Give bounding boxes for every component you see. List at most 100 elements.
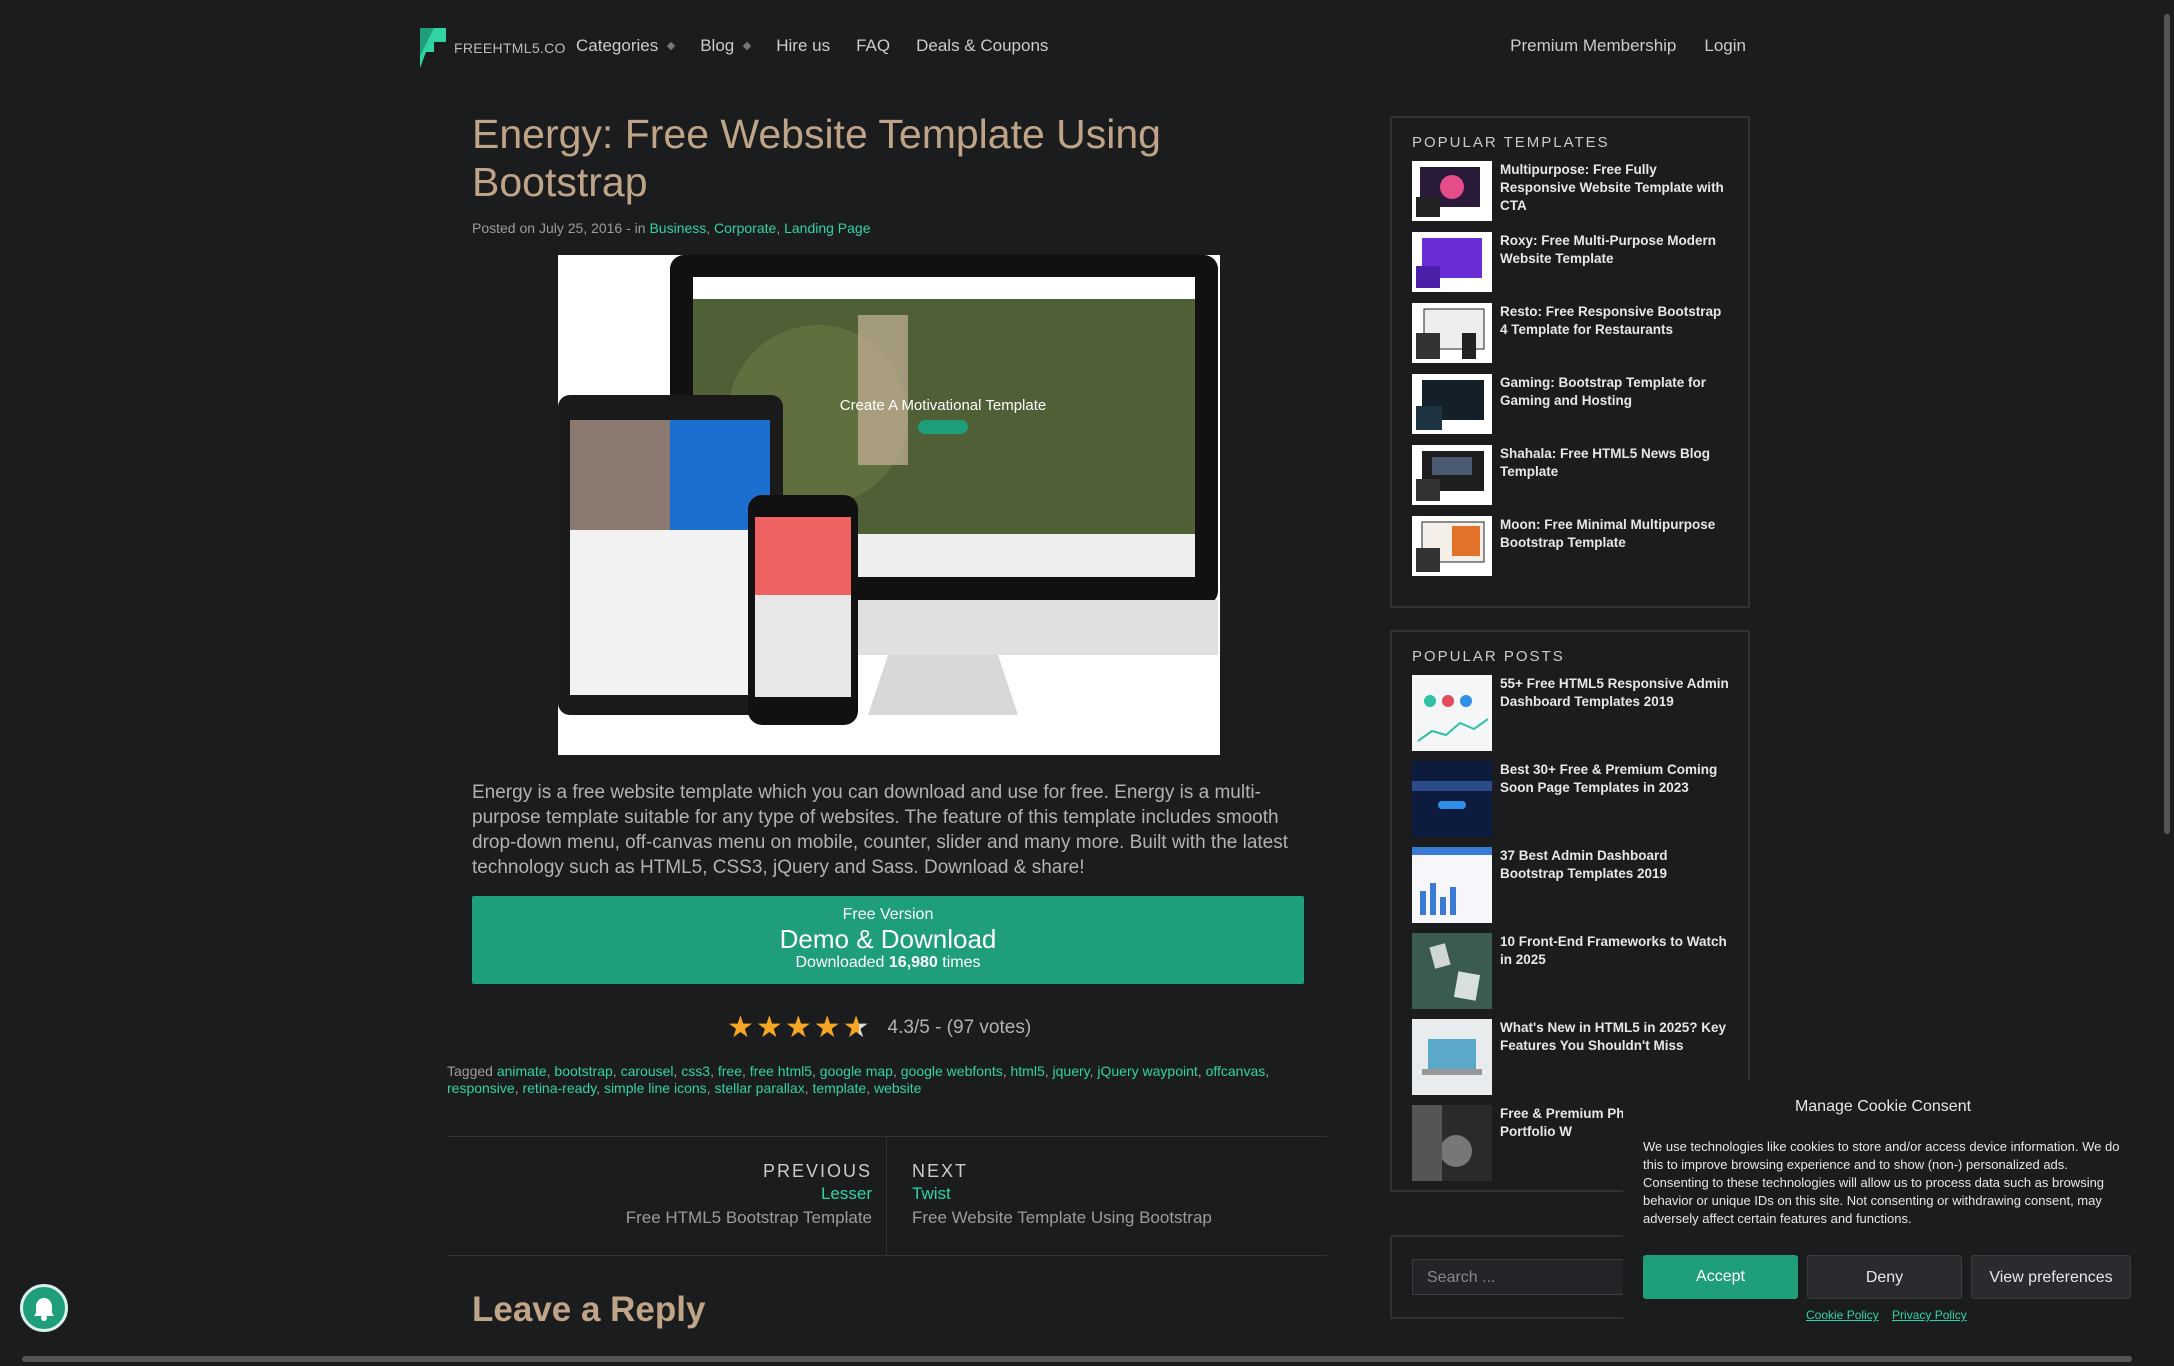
logo-icon bbox=[416, 26, 448, 70]
post-thumbnail[interactable] bbox=[1412, 933, 1492, 1009]
template-title[interactable]: Roxy: Free Multi-Purpose Modern Website … bbox=[1500, 232, 1730, 303]
list-item[interactable]: 55+ Free HTML5 Responsive Admin Dashboar… bbox=[1412, 675, 1748, 761]
cookie-links: Cookie Policy Privacy Policy bbox=[1806, 1308, 1977, 1322]
hero-caption: Create A Motivational Template bbox=[840, 397, 1047, 414]
demo-download-button[interactable]: Free Version Demo & Download Downloaded … bbox=[472, 896, 1304, 984]
star-rating[interactable]: ★ ★ ★ ★ ★ bbox=[727, 1013, 870, 1043]
tag-link[interactable]: free bbox=[718, 1063, 742, 1079]
scrollbar-thumb[interactable] bbox=[2164, 14, 2170, 834]
nav-label: Deals & Coupons bbox=[916, 36, 1049, 55]
nav-faq[interactable]: FAQ bbox=[856, 36, 890, 56]
post-title[interactable]: 10 Front-End Frameworks to Watch in 2025 bbox=[1500, 933, 1730, 1019]
next-subtitle: Free Website Template Using Bootstrap bbox=[912, 1208, 1212, 1227]
template-thumbnail[interactable] bbox=[1412, 161, 1492, 221]
tag-link[interactable]: jquery bbox=[1053, 1063, 1090, 1079]
category-link[interactable]: Business bbox=[649, 220, 706, 236]
tag-link[interactable]: retina-ready bbox=[522, 1080, 596, 1096]
tag-link[interactable]: jQuery waypoint bbox=[1097, 1063, 1197, 1079]
template-thumbnail[interactable] bbox=[1412, 374, 1492, 434]
download-label: Demo & Download bbox=[779, 924, 997, 954]
post-title[interactable]: 55+ Free HTML5 Responsive Admin Dashboar… bbox=[1500, 675, 1730, 761]
site-header: FREEHTML5.CO Categories Blog Hire us FAQ… bbox=[416, 22, 1746, 72]
post-thumbnail[interactable] bbox=[1412, 1019, 1492, 1095]
post-title[interactable]: 37 Best Admin Dashboard Bootstrap Templa… bbox=[1500, 847, 1730, 933]
post-thumbnail[interactable] bbox=[1412, 675, 1492, 751]
cookie-policy-link[interactable]: Cookie Policy bbox=[1806, 1308, 1879, 1322]
star-icon[interactable]: ★ bbox=[785, 1013, 812, 1043]
list-item[interactable]: Roxy: Free Multi-Purpose Modern Website … bbox=[1412, 232, 1748, 303]
post-title[interactable]: Best 30+ Free & Premium Coming Soon Page… bbox=[1500, 761, 1730, 847]
list-item[interactable]: Best 30+ Free & Premium Coming Soon Page… bbox=[1412, 761, 1748, 847]
list-item[interactable]: Resto: Free Responsive Bootstrap 4 Templ… bbox=[1412, 303, 1748, 374]
list-item[interactable]: Gaming: Bootstrap Template for Gaming an… bbox=[1412, 374, 1748, 445]
template-title[interactable]: Multipurpose: Free Fully Responsive Webs… bbox=[1500, 161, 1730, 232]
tag-link[interactable]: html5 bbox=[1011, 1063, 1045, 1079]
post-thumbnail[interactable] bbox=[1412, 761, 1492, 837]
vertical-scrollbar[interactable] bbox=[2160, 0, 2174, 1366]
list-item[interactable]: 10 Front-End Frameworks to Watch in 2025 bbox=[1412, 933, 1748, 1019]
tag-link[interactable]: google webfonts bbox=[901, 1063, 1003, 1079]
privacy-policy-link[interactable]: Privacy Policy bbox=[1892, 1308, 1967, 1322]
site-logo[interactable]: FREEHTML5.CO bbox=[416, 26, 566, 70]
post-navigation: PREVIOUS Lesser Free HTML5 Bootstrap Tem… bbox=[447, 1136, 1327, 1256]
notification-bell-button[interactable] bbox=[20, 1284, 68, 1332]
tag-link[interactable]: css3 bbox=[681, 1063, 710, 1079]
premium-membership-link[interactable]: Premium Membership bbox=[1510, 36, 1676, 56]
deny-button[interactable]: Deny bbox=[1807, 1255, 1962, 1299]
template-thumbnail[interactable] bbox=[1412, 303, 1492, 363]
tag-link[interactable]: website bbox=[874, 1080, 921, 1096]
widget-title: POPULAR POSTS bbox=[1412, 648, 1565, 665]
tag-link[interactable]: animate bbox=[497, 1063, 547, 1079]
tags-label: Tagged bbox=[447, 1063, 493, 1079]
tag-link[interactable]: offcanvas bbox=[1206, 1063, 1266, 1079]
post-title: Energy: Free Website Template Using Boot… bbox=[472, 111, 1161, 205]
previous-label: PREVIOUS bbox=[762, 1161, 872, 1181]
accept-button[interactable]: Accept bbox=[1643, 1255, 1798, 1299]
template-title[interactable]: Moon: Free Minimal Multipurpose Bootstra… bbox=[1500, 516, 1730, 587]
tag-link[interactable]: google map bbox=[820, 1063, 893, 1079]
next-title[interactable]: Twist bbox=[912, 1184, 1212, 1204]
category-link[interactable]: Landing Page bbox=[784, 220, 870, 236]
tag-link[interactable]: stellar parallax bbox=[714, 1080, 804, 1096]
rating-text: 4.3/5 - (97 votes) bbox=[887, 1017, 1032, 1038]
download-count-value: 16,980 bbox=[888, 954, 938, 971]
nav-label: Hire us bbox=[776, 36, 831, 55]
tag-link[interactable]: responsive bbox=[447, 1080, 515, 1096]
tag-link[interactable]: free html5 bbox=[750, 1063, 812, 1079]
post-thumbnail[interactable] bbox=[1412, 847, 1492, 923]
horizontal-scrollbar[interactable] bbox=[0, 1352, 2160, 1366]
template-title[interactable]: Gaming: Bootstrap Template for Gaming an… bbox=[1500, 374, 1730, 445]
list-item[interactable]: 37 Best Admin Dashboard Bootstrap Templa… bbox=[1412, 847, 1748, 933]
nav-categories[interactable]: Categories bbox=[576, 36, 676, 56]
post-thumbnail[interactable] bbox=[1412, 1105, 1492, 1181]
view-preferences-button[interactable]: View preferences bbox=[1971, 1255, 2131, 1299]
tag-link[interactable]: bootstrap bbox=[554, 1063, 612, 1079]
template-title[interactable]: Resto: Free Responsive Bootstrap 4 Templ… bbox=[1500, 303, 1730, 374]
nav-hire-us[interactable]: Hire us bbox=[776, 36, 830, 56]
scrollbar-thumb[interactable] bbox=[22, 1356, 2132, 1362]
template-thumbnail[interactable] bbox=[1412, 516, 1492, 576]
star-icon[interactable]: ★ bbox=[727, 1013, 754, 1043]
template-title[interactable]: Shahala: Free HTML5 News Blog Template bbox=[1500, 445, 1730, 516]
nav-deals[interactable]: Deals & Coupons bbox=[916, 36, 1048, 56]
tag-link[interactable]: carousel bbox=[621, 1063, 674, 1079]
cookie-text: We use technologies like cookies to stor… bbox=[1643, 1139, 2120, 1226]
list-item[interactable]: Moon: Free Minimal Multipurpose Bootstra… bbox=[1412, 516, 1748, 587]
download-count: Downloaded 16,980 times bbox=[472, 954, 1304, 972]
star-icon[interactable]: ★ bbox=[814, 1013, 841, 1043]
star-icon[interactable]: ★ bbox=[756, 1013, 783, 1043]
template-thumbnail[interactable] bbox=[1412, 445, 1492, 505]
template-thumbnail[interactable] bbox=[1412, 232, 1492, 292]
nav-blog[interactable]: Blog bbox=[700, 36, 752, 56]
list-item[interactable]: Shahala: Free HTML5 News Blog Template bbox=[1412, 445, 1748, 516]
login-link[interactable]: Login bbox=[1704, 36, 1746, 56]
previous-post-link[interactable]: PREVIOUS Lesser Free HTML5 Bootstrap Tem… bbox=[626, 1161, 872, 1228]
post-meta: Posted on July 25, 2016 - in Business, C… bbox=[472, 220, 871, 236]
next-post-link[interactable]: NEXT Twist Free Website Template Using B… bbox=[912, 1161, 1212, 1228]
previous-title[interactable]: Lesser bbox=[626, 1184, 872, 1204]
tag-link[interactable]: template bbox=[812, 1080, 866, 1096]
category-link[interactable]: Corporate bbox=[714, 220, 776, 236]
list-item[interactable]: Multipurpose: Free Fully Responsive Webs… bbox=[1412, 161, 1748, 232]
star-icon[interactable]: ★ bbox=[843, 1013, 870, 1043]
tag-link[interactable]: simple line icons bbox=[604, 1080, 707, 1096]
